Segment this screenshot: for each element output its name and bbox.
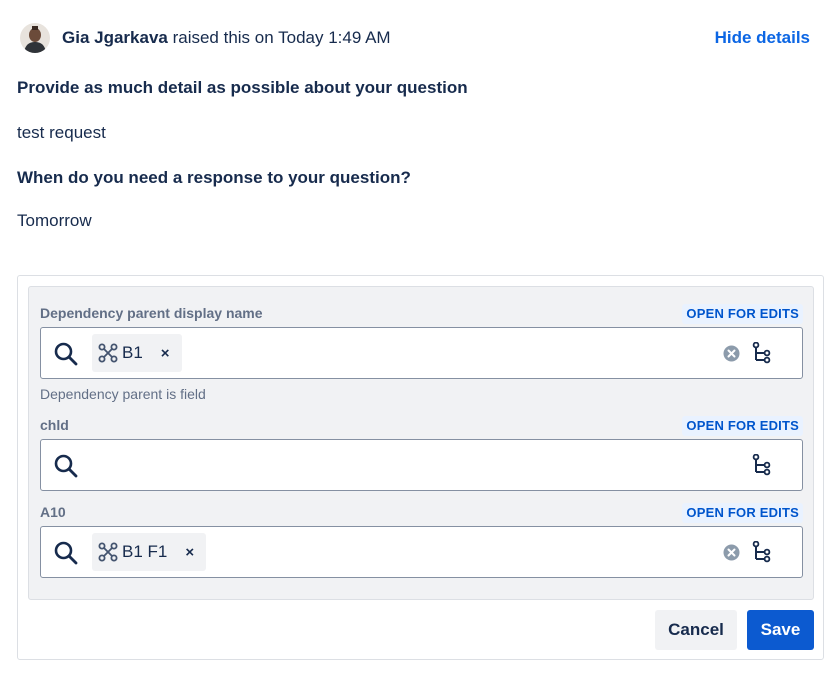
chip-remove-icon[interactable]: ×	[161, 345, 170, 362]
selected-chip[interactable]: B1 ×	[92, 334, 182, 372]
chip-label: B1	[122, 343, 143, 362]
field-label-dependency-parent: Dependency parent display name	[40, 305, 263, 321]
search-icon	[54, 454, 78, 478]
hide-details-link[interactable]: Hide details	[715, 28, 810, 48]
raiser-name[interactable]: Gia Jgarkava	[62, 28, 168, 47]
tree-icon[interactable]	[752, 342, 772, 364]
open-for-edits-badge: OPEN FOR EDITS	[682, 304, 803, 324]
chld-field[interactable]	[40, 439, 803, 491]
search-icon	[54, 541, 78, 565]
clear-icon[interactable]	[723, 544, 740, 561]
cancel-button[interactable]: Cancel	[655, 610, 737, 650]
question-label: Provide as much detail as possible about…	[17, 78, 468, 97]
field-label-a10: A10	[40, 504, 66, 520]
avatar[interactable]	[20, 23, 50, 53]
tree-icon[interactable]	[752, 541, 772, 563]
request-header: Gia Jgarkava raised this on Today 1:49 A…	[20, 20, 810, 56]
chip-label: B1 F1	[122, 542, 168, 561]
question-value: test request	[17, 123, 106, 142]
raiser-info: Gia Jgarkava raised this on Today 1:49 A…	[62, 28, 391, 48]
open-for-edits-badge: OPEN FOR EDITS	[682, 503, 803, 523]
edit-fields-card: Dependency parent display name OPEN FOR …	[17, 275, 824, 660]
field-helper-text: Dependency parent is field	[40, 386, 206, 402]
question-label: When do you need a response to your ques…	[17, 168, 411, 187]
search-icon	[54, 342, 78, 366]
fields-panel: Dependency parent display name OPEN FOR …	[28, 286, 814, 600]
a10-field[interactable]: B1 F1 ×	[40, 526, 803, 578]
field-label-chld: chld	[40, 417, 69, 433]
open-for-edits-badge: OPEN FOR EDITS	[682, 416, 803, 436]
save-button[interactable]: Save	[747, 610, 814, 650]
chip-remove-icon[interactable]: ×	[185, 544, 194, 561]
tree-icon[interactable]	[752, 454, 772, 476]
clear-icon[interactable]	[723, 345, 740, 362]
hierarchy-icon	[98, 542, 118, 562]
hierarchy-icon	[98, 343, 118, 363]
dependency-parent-field[interactable]: B1 ×	[40, 327, 803, 379]
raised-text: raised this on Today 1:49 AM	[167, 28, 391, 47]
selected-chip[interactable]: B1 F1 ×	[92, 533, 207, 571]
question-value: Tomorrow	[17, 211, 92, 230]
